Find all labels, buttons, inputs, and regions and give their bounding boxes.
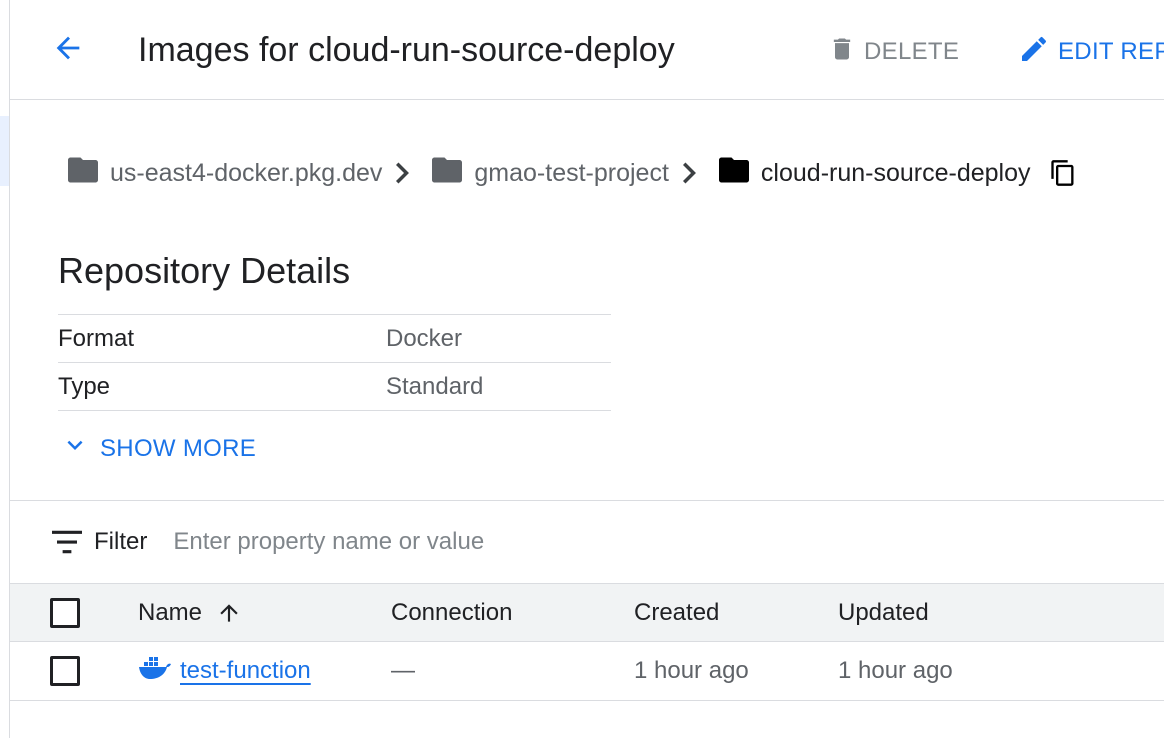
page-header: Images for cloud-run-source-deploy DELET… bbox=[10, 0, 1164, 100]
copy-icon[interactable] bbox=[1049, 158, 1077, 188]
image-name-cell: test-function bbox=[138, 642, 311, 700]
detail-value: Standard bbox=[386, 372, 484, 400]
breadcrumb-label: cloud-run-source-deploy bbox=[760, 158, 1031, 187]
breadcrumb-item-location[interactable]: us-east4-docker.pkg.dev bbox=[68, 157, 382, 190]
repository-details-heading: Repository Details bbox=[58, 250, 351, 291]
detail-key: Type bbox=[58, 372, 111, 400]
arrow-back-icon bbox=[51, 31, 85, 70]
chevron-down-icon bbox=[60, 430, 90, 467]
breadcrumb-item-project[interactable]: gmao-test-project bbox=[432, 157, 669, 190]
column-header-label: Name bbox=[138, 598, 203, 626]
repository-details-table: Format Docker Type Standard bbox=[58, 314, 611, 411]
detail-value: Docker bbox=[386, 324, 463, 352]
chevron-right-icon bbox=[396, 162, 410, 184]
image-link[interactable]: test-function bbox=[180, 657, 311, 685]
detail-row-type: Type Standard bbox=[58, 363, 611, 411]
select-all-checkbox[interactable] bbox=[50, 597, 80, 628]
edit-label: EDIT REP bbox=[1058, 38, 1164, 65]
show-more-label: SHOW MORE bbox=[100, 434, 257, 462]
breadcrumb-label: us-east4-docker.pkg.dev bbox=[110, 158, 383, 187]
back-button[interactable] bbox=[48, 30, 88, 70]
breadcrumb-label: gmao-test-project bbox=[474, 158, 669, 187]
created-cell: 1 hour ago bbox=[634, 657, 749, 684]
filter-input[interactable] bbox=[173, 528, 774, 556]
edit-repository-button[interactable]: EDIT REP bbox=[1018, 30, 1164, 74]
filter-label: Filter bbox=[94, 528, 148, 555]
table-row: test-function — 1 hour ago 1 hour ago bbox=[10, 642, 1164, 701]
updated-cell: 1 hour ago bbox=[838, 657, 953, 684]
docker-icon bbox=[138, 655, 172, 688]
column-header-name[interactable]: Name bbox=[138, 584, 242, 641]
detail-row-format: Format Docker bbox=[58, 315, 611, 363]
left-rail bbox=[0, 0, 10, 738]
folder-icon bbox=[718, 157, 749, 190]
show-more-button[interactable]: SHOW MORE bbox=[60, 430, 256, 467]
arrow-up-icon[interactable] bbox=[216, 599, 242, 627]
breadcrumb-item-repository: cloud-run-source-deploy bbox=[718, 157, 1031, 190]
select-all-cell bbox=[50, 584, 80, 641]
left-rail-selection bbox=[0, 116, 9, 186]
row-checkbox[interactable] bbox=[50, 656, 80, 686]
table-header: Name Connection Created Updated bbox=[10, 584, 1164, 642]
column-header-updated[interactable]: Updated bbox=[838, 584, 929, 641]
page-title: Images for cloud-run-source-deploy bbox=[138, 31, 675, 69]
delete-label: DELETE bbox=[864, 38, 960, 65]
pencil-icon bbox=[1018, 33, 1050, 72]
column-header-created[interactable]: Created bbox=[634, 584, 719, 641]
folder-icon bbox=[432, 157, 463, 190]
connection-cell: — bbox=[391, 657, 415, 684]
filter-bar: Filter bbox=[10, 500, 1164, 584]
delete-button[interactable]: DELETE bbox=[828, 30, 959, 74]
detail-key: Format bbox=[58, 324, 135, 352]
breadcrumb: us-east4-docker.pkg.dev gmao-test-projec… bbox=[68, 150, 1077, 196]
trash-icon bbox=[828, 34, 856, 71]
row-select-cell bbox=[50, 642, 80, 700]
filter-icon[interactable] bbox=[52, 530, 82, 554]
column-header-connection[interactable]: Connection bbox=[391, 584, 512, 641]
folder-icon bbox=[68, 157, 98, 190]
chevron-right-icon bbox=[682, 162, 697, 184]
